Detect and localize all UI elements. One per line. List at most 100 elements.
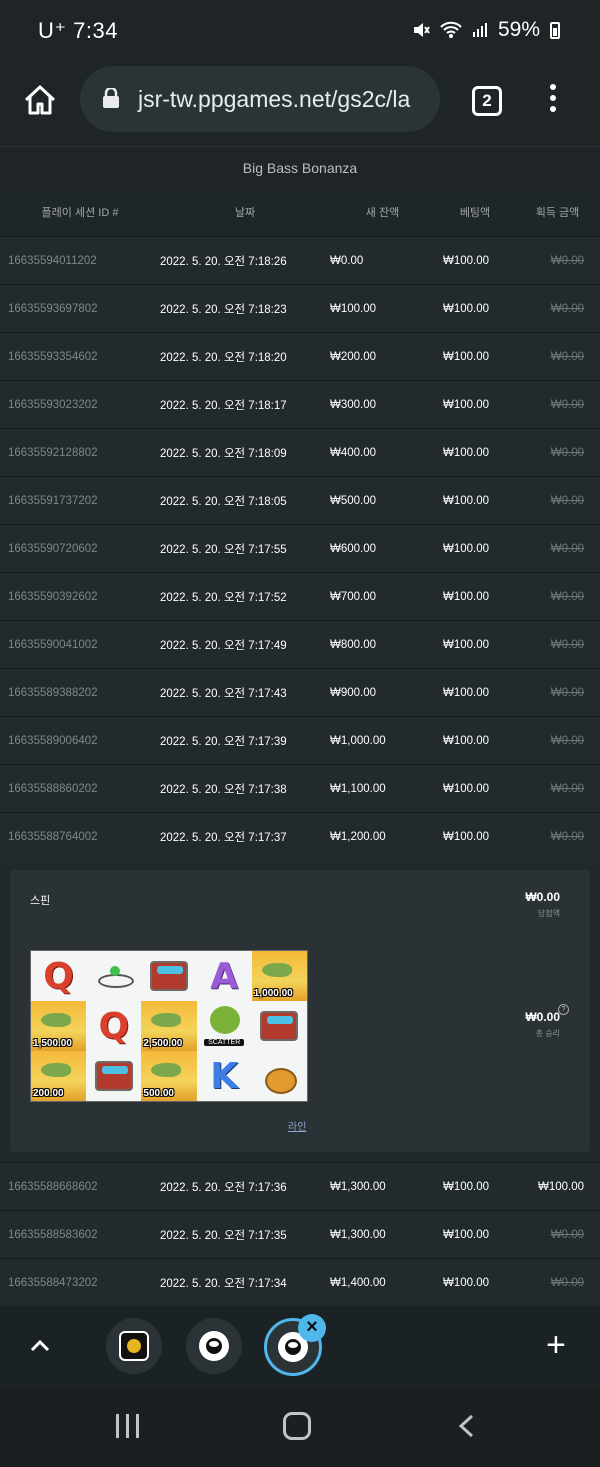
cell-balance: ₩400.00 (330, 446, 377, 459)
address-bar[interactable]: jsr-tw.ppgames.net/gs2c/la (80, 66, 440, 132)
cell-balance: ₩700.00 (330, 590, 377, 603)
table-row[interactable]: 16635588668602 2022. 5. 20. 오전 7:17:36 ₩1,… (0, 1162, 600, 1210)
status-bar: U⁺ 7:34 59% (0, 0, 600, 62)
table-row[interactable]: 16635593354602 2022. 5. 20. 오전 7:18:20 ₩20… (0, 332, 600, 380)
symbol-q: Q (98, 1005, 130, 1047)
cell-balance: ₩1,100.00 (330, 782, 386, 795)
money-value: 500.00 (143, 1088, 174, 1099)
close-tab-button[interactable]: × (298, 1314, 326, 1342)
cell-win: ₩0.00 (550, 782, 584, 795)
cell-date: 2022. 5. 20. 오전 7:17:36 (160, 1181, 287, 1194)
symbol-scatter: SCATTER (197, 1001, 252, 1051)
table-row[interactable]: 16635590720602 2022. 5. 20. 오전 7:17:55 ₩60… (0, 524, 600, 572)
game-title: Big Bass Bonanza (0, 146, 600, 188)
battery-percent: 59% (497, 18, 540, 41)
table-row[interactable]: 16635592128802 2022. 5. 20. 오전 7:18:09 ₩40… (0, 428, 600, 476)
globe-icon (199, 1331, 229, 1361)
overflow-menu-icon[interactable] (548, 84, 558, 118)
symbol-money-fish: 1,500.00 (31, 1001, 87, 1051)
cell-session-id: 16635589006402 (8, 734, 98, 747)
cell-bet: ₩100.00 (443, 638, 490, 651)
back-icon[interactable] (458, 1414, 474, 1438)
symbol-money-fish: 2,500.00 (141, 1001, 197, 1051)
cell-session-id: 16635593354602 (8, 350, 98, 363)
lines-link[interactable]: 라인 (288, 1118, 306, 1133)
table-row[interactable]: 16635590041002 2022. 5. 20. 오전 7:17:49 ₩80… (0, 620, 600, 668)
table-row[interactable]: 16635590392602 2022. 5. 20. 오전 7:17:52 ₩70… (0, 572, 600, 620)
cell-balance: ₩100.00 (330, 302, 377, 315)
cell-date: 2022. 5. 20. 오전 7:17:38 (160, 783, 287, 796)
table-row[interactable]: 16635589006402 2022. 5. 20. 오전 7:17:39 ₩1,… (0, 716, 600, 764)
cell-bet: ₩100.00 (443, 542, 490, 555)
chevron-up-icon[interactable] (30, 1336, 50, 1356)
cell-session-id: 16635588764002 (8, 830, 98, 843)
cell-date: 2022. 5. 20. 오전 7:18:23 (160, 303, 287, 316)
cell-win: ₩0.00 (550, 830, 584, 843)
signal-icon (472, 23, 487, 37)
tab-thumbnail-globe[interactable] (186, 1318, 242, 1374)
table-row[interactable]: 16635588860202 2022. 5. 20. 오전 7:17:38 ₩1,… (0, 764, 600, 812)
cell-balance: ₩1,200.00 (330, 830, 386, 843)
col-balance: 새 잔액 (365, 207, 400, 219)
cell-date: 2022. 5. 20. 오전 7:18:09 (160, 447, 287, 460)
history-rows-top: 16635594011202 2022. 5. 20. 오전 7:18:26 ₩0.… (0, 236, 600, 860)
cell-balance: ₩500.00 (330, 494, 377, 507)
cell-balance: ₩1,300.00 (330, 1180, 386, 1193)
cell-balance: ₩1,000.00 (330, 734, 386, 747)
table-row[interactable]: 16635588764002 2022. 5. 20. 오전 7:17:37 ₩1,… (0, 812, 600, 860)
symbol-fishing-rod (86, 951, 141, 1001)
cell-date: 2022. 5. 20. 오전 7:18:17 (160, 399, 287, 412)
cell-win: ₩0.00 (550, 302, 584, 315)
cell-bet: ₩100.00 (443, 398, 490, 411)
table-row[interactable]: 16635589388202 2022. 5. 20. 오전 7:17:43 ₩90… (0, 668, 600, 716)
cell-session-id: 16635588668602 (8, 1180, 98, 1193)
cell-date: 2022. 5. 20. 오전 7:17:34 (160, 1277, 287, 1290)
cell-bet: ₩100.00 (443, 1276, 490, 1289)
symbol-q: Q (43, 955, 74, 997)
symbol-money-fish: 500.00 (141, 1051, 197, 1101)
symbol-tackle-box (86, 1051, 141, 1101)
symbol-fishing-reel (252, 1051, 307, 1101)
table-row[interactable]: 16635588583602 2022. 5. 20. 오전 7:17:35 ₩1,… (0, 1210, 600, 1258)
cell-date: 2022. 5. 20. 오전 7:18:26 (160, 255, 287, 268)
table-row[interactable]: 16635591737202 2022. 5. 20. 오전 7:18:05 ₩50… (0, 476, 600, 524)
reel-grid: Q A 1,000.00 1,500.00 Q 2,500.00 SCATTER… (30, 950, 308, 1102)
symbol-money-fish: 1,000.00 (251, 951, 307, 1001)
table-row[interactable]: 16635588473202 2022. 5. 20. 오전 7:17:34 ₩1,… (0, 1258, 600, 1306)
home-nav-icon[interactable] (283, 1412, 311, 1440)
cell-session-id: 16635590720602 (8, 542, 98, 555)
help-icon[interactable]: ? (558, 1004, 569, 1015)
cell-date: 2022. 5. 20. 오전 7:17:43 (160, 687, 287, 700)
cell-win: ₩100.00 (537, 1180, 584, 1193)
cell-bet: ₩100.00 (443, 1228, 490, 1241)
symbol-tackle-box (141, 951, 196, 1001)
browser-toolbar: jsr-tw.ppgames.net/gs2c/la 2 (0, 62, 600, 146)
clock: 7:34 (73, 18, 118, 43)
win-amount: ₩0.00 (525, 890, 560, 904)
cell-win: ₩0.00 (550, 398, 584, 411)
tab-switcher-button[interactable]: 2 (472, 86, 502, 116)
cell-bet: ₩100.00 (443, 734, 490, 747)
spin-details: 스핀 ₩0.00 당첨액 Q A 1,000.00 1,500.00 Q 2,5… (0, 860, 600, 1162)
tab-thumbnail-clover[interactable] (106, 1318, 162, 1374)
table-row[interactable]: 16635593697802 2022. 5. 20. 오전 7:18:23 ₩10… (0, 284, 600, 332)
cell-session-id: 16635588860202 (8, 782, 98, 795)
cell-balance: ₩900.00 (330, 686, 377, 699)
cell-session-id: 16635594011202 (8, 254, 97, 267)
cell-win: ₩0.00 (550, 638, 584, 651)
history-page: Big Bass Bonanza 플레이 세션 ID # 날짜 새 잔액 베팅액… (0, 146, 600, 1306)
recents-icon[interactable] (116, 1414, 144, 1438)
table-header: 플레이 세션 ID # 날짜 새 잔액 베팅액 획득 금액 (0, 188, 600, 236)
cell-session-id: 16635589388202 (8, 686, 98, 699)
symbol-a: A (210, 955, 239, 997)
table-row[interactable]: 16635594011202 2022. 5. 20. 오전 7:18:26 ₩0.… (0, 236, 600, 284)
wifi-icon (440, 21, 462, 38)
cell-win: ₩0.00 (550, 590, 584, 603)
cell-win: ₩0.00 (550, 686, 584, 699)
table-row[interactable]: 16635593023202 2022. 5. 20. 오전 7:18:17 ₩30… (0, 380, 600, 428)
home-icon[interactable] (22, 82, 58, 118)
cell-bet: ₩100.00 (443, 1180, 490, 1193)
cell-session-id: 16635591737202 (8, 494, 98, 507)
col-win: 획득 금액 (535, 207, 580, 219)
new-tab-button[interactable]: + (546, 1328, 566, 1362)
